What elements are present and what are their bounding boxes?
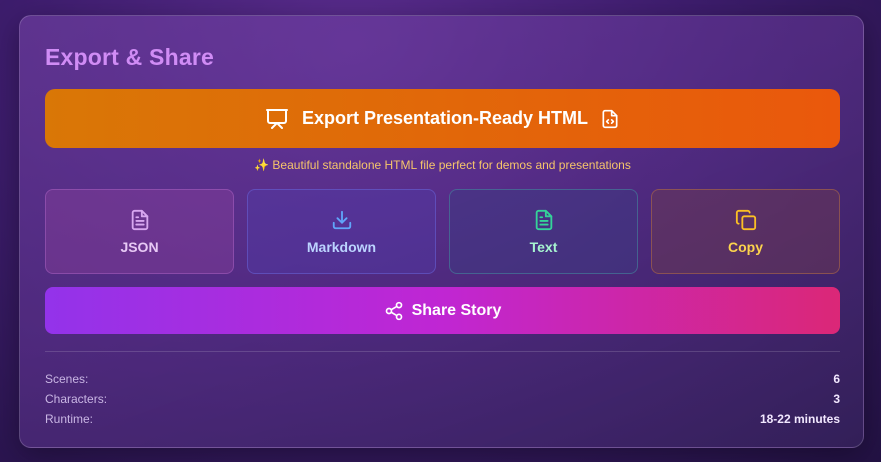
export-hint: ✨ Beautiful standalone HTML file perfect…	[254, 158, 631, 172]
stat-characters: Characters: 3	[45, 389, 840, 409]
share-icon	[384, 301, 404, 321]
export-share-panel: Export & Share Export Presentation-Ready…	[19, 15, 864, 448]
copy-label: Copy	[728, 238, 763, 255]
stat-runtime-value: 18-22 minutes	[759, 412, 840, 426]
presentation-icon	[265, 107, 289, 131]
share-story-button[interactable]: Share Story	[45, 287, 840, 334]
text-label: Text	[529, 238, 558, 255]
stat-scenes-key: Scenes:	[45, 372, 89, 386]
stat-scenes-value: 6	[833, 372, 840, 386]
copy-icon	[735, 209, 757, 231]
format-grid: JSON Markdown Text Copy	[45, 189, 840, 274]
share-story-label: Share Story	[411, 301, 502, 319]
download-icon	[331, 209, 353, 231]
stat-scenes: Scenes: 6	[45, 369, 840, 389]
export-text-button[interactable]: Text	[449, 189, 638, 274]
json-label: JSON	[120, 238, 159, 255]
export-json-button[interactable]: JSON	[45, 189, 234, 274]
file-code-icon	[600, 109, 620, 129]
divider	[45, 351, 840, 352]
stat-runtime: Runtime: 18-22 minutes	[45, 409, 840, 429]
export-html-button[interactable]: Export Presentation-Ready HTML	[45, 89, 840, 148]
panel-title: Export & Share	[45, 44, 214, 70]
file-text-icon	[533, 209, 555, 231]
export-html-label: Export Presentation-Ready HTML	[301, 108, 589, 128]
stat-characters-key: Characters:	[45, 392, 108, 406]
story-stats: Scenes: 6 Characters: 3 Runtime: 18-22 m…	[45, 369, 840, 429]
stat-runtime-key: Runtime:	[45, 412, 94, 426]
file-text-icon	[129, 209, 151, 231]
markdown-label: Markdown	[306, 238, 377, 255]
export-markdown-button[interactable]: Markdown	[247, 189, 436, 274]
copy-button[interactable]: Copy	[651, 189, 840, 274]
stat-characters-value: 3	[833, 392, 840, 406]
